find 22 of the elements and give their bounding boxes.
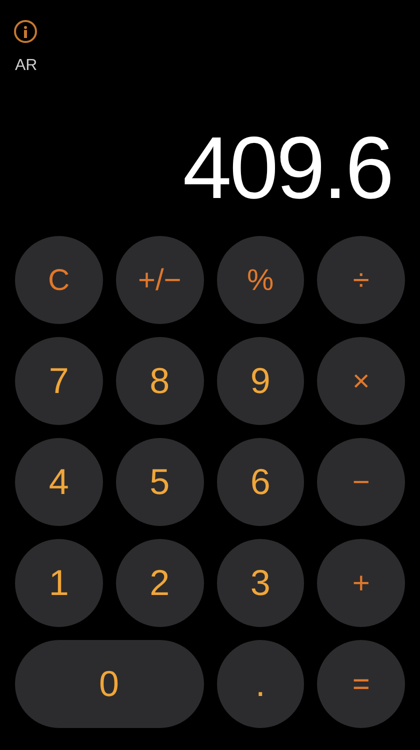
function-key[interactable]: +/− xyxy=(116,236,204,324)
digit-key[interactable]: 4 xyxy=(15,438,103,526)
function-key[interactable]: % xyxy=(216,236,304,324)
digit-key[interactable]: 3 xyxy=(216,539,304,627)
digit-key[interactable]: 9 xyxy=(216,337,304,425)
operator-key[interactable]: × xyxy=(317,337,405,425)
operator-key[interactable]: = xyxy=(317,640,405,728)
digit-key[interactable]: 1 xyxy=(15,539,103,627)
digit-key[interactable]: 0 xyxy=(15,640,204,728)
operator-key[interactable]: ÷ xyxy=(317,236,405,324)
display-value: 409.6 xyxy=(182,124,392,212)
operator-key[interactable]: − xyxy=(317,438,405,526)
digit-key[interactable]: . xyxy=(216,640,304,728)
info-icon[interactable] xyxy=(14,20,37,43)
digit-key[interactable]: 8 xyxy=(116,337,204,425)
digit-key[interactable]: 7 xyxy=(15,337,103,425)
function-key[interactable]: C xyxy=(15,236,103,324)
digit-key[interactable]: 5 xyxy=(116,438,204,526)
operator-key[interactable]: + xyxy=(317,539,405,627)
mode-label: AR xyxy=(15,56,38,76)
digit-key[interactable]: 2 xyxy=(116,539,204,627)
digit-key[interactable]: 6 xyxy=(216,438,304,526)
